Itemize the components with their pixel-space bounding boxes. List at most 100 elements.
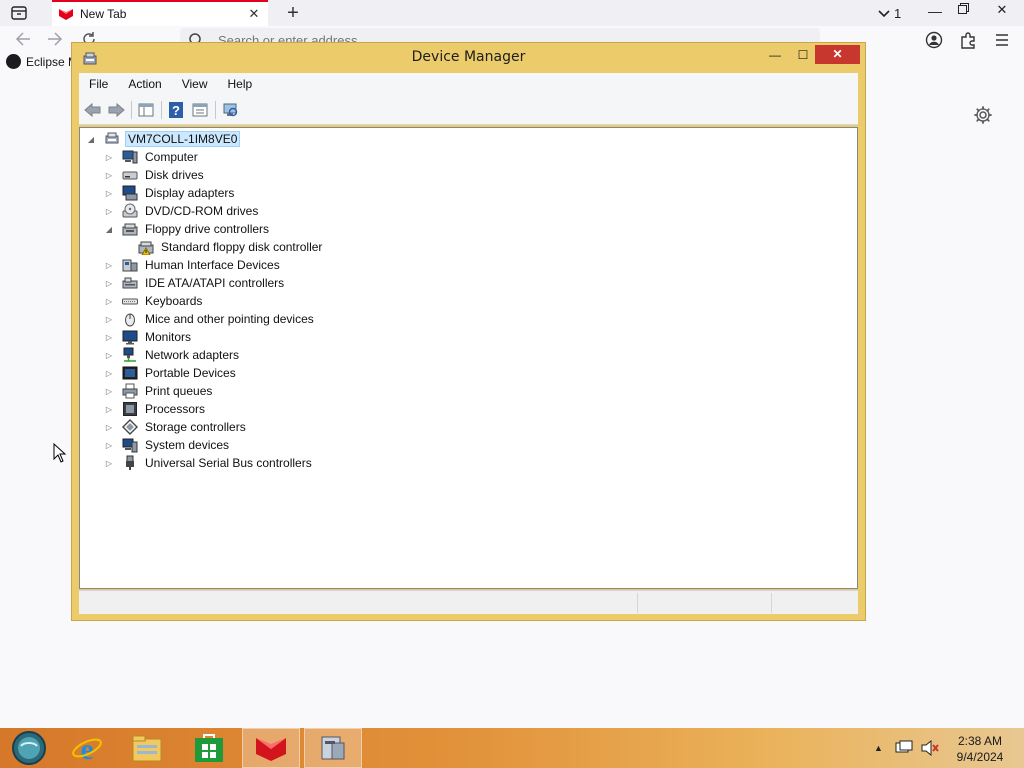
menu-file[interactable]: File	[79, 77, 118, 91]
device-manager-window: Device Manager — ☐ ✕ File Action View He…	[71, 42, 866, 621]
close-icon[interactable]: ✕	[244, 4, 264, 24]
floppy-controller-icon	[122, 223, 138, 236]
collapse-arrow-icon[interactable]: ◢	[86, 135, 96, 144]
tree-item[interactable]: ▷ Disk drives	[104, 166, 206, 184]
clock-date: 9/4/2024	[956, 750, 1004, 764]
tree-item[interactable]: ▷ Keyboards	[104, 292, 204, 310]
mouse-icon	[125, 313, 135, 327]
expand-arrow-icon[interactable]: ▷	[104, 441, 114, 450]
device-tree[interactable]: ◢ VM7COLL-1IM8VE0 ▷ Computer ▷ Disk driv…	[79, 127, 858, 589]
file-explorer-button[interactable]	[118, 728, 176, 768]
start-button[interactable]	[0, 728, 58, 768]
expand-arrow-icon[interactable]: ▷	[104, 315, 114, 324]
tree-item-label: Print queues	[145, 384, 213, 398]
menu-help[interactable]: Help	[218, 77, 263, 91]
forward-arrow-icon[interactable]	[107, 101, 125, 119]
back-icon[interactable]	[12, 28, 34, 50]
menu-action[interactable]: Action	[118, 77, 171, 91]
window-title: Device Manager	[411, 49, 526, 65]
action-center-icon[interactable]	[895, 740, 913, 756]
device-manager-titlebar[interactable]: Device Manager — ☐ ✕	[72, 43, 865, 73]
tree-item[interactable]: ▷ Display adapters	[104, 184, 236, 202]
expand-arrow-icon[interactable]: ▷	[104, 387, 114, 396]
account-icon[interactable]	[924, 30, 944, 50]
internet-explorer-button[interactable]: e	[58, 728, 116, 768]
close-button[interactable]: ✕	[815, 45, 860, 64]
tab-overview-icon[interactable]	[8, 3, 30, 23]
tab-count: 1	[894, 5, 902, 21]
expand-arrow-icon[interactable]: ▷	[104, 171, 114, 180]
tree-child-label: Standard floppy disk controller	[161, 240, 323, 254]
expand-arrow-icon[interactable]: ▷	[104, 297, 114, 306]
tree-item-label: Mice and other pointing devices	[145, 312, 314, 326]
tree-item-label: Monitors	[145, 330, 192, 344]
computer-root-icon	[105, 132, 119, 144]
extensions-icon[interactable]	[958, 30, 978, 50]
show-hide-console-tree-icon[interactable]	[137, 101, 155, 119]
tree-item[interactable]: ▷ Portable Devices	[104, 364, 238, 382]
tree-item[interactable]: ▷ Computer	[104, 148, 200, 166]
expand-arrow-icon[interactable]: ▷	[104, 459, 114, 468]
browser-button[interactable]	[242, 728, 300, 768]
tree-item-label: Disk drives	[145, 168, 204, 182]
help-icon[interactable]: ?	[167, 101, 185, 119]
tree-item[interactable]: ◢ Floppy drive controllers	[104, 220, 271, 238]
printer-icon	[122, 383, 138, 399]
tab-list-button[interactable]: 1	[878, 4, 910, 22]
plus-icon[interactable]: +	[282, 2, 304, 24]
expand-arrow-icon[interactable]: ▷	[104, 261, 114, 270]
keyboard-icon	[122, 298, 138, 305]
minimize-button[interactable]: —	[764, 45, 786, 65]
bookmark-eclipse[interactable]: Eclipse M	[6, 54, 78, 69]
store-button[interactable]	[180, 728, 238, 768]
device-manager-icon	[321, 736, 345, 760]
browser-minimize-button[interactable]: —	[924, 3, 946, 21]
disk-drive-icon	[122, 171, 138, 180]
tree-item[interactable]: ▷ System devices	[104, 436, 231, 454]
browser-close-button[interactable]: ✕	[980, 0, 1024, 20]
tree-item[interactable]: ▷ Universal Serial Bus controllers	[104, 454, 314, 472]
storage-controller-icon	[122, 419, 138, 435]
maximize-button[interactable]: ☐	[792, 45, 814, 65]
gear-icon[interactable]	[972, 104, 994, 126]
volume-muted-icon[interactable]	[921, 740, 939, 756]
device-manager-taskbar-button[interactable]	[304, 728, 362, 768]
collapse-arrow-icon[interactable]: ◢	[104, 225, 114, 234]
expand-arrow-icon[interactable]: ▷	[104, 405, 114, 414]
file-explorer-icon	[132, 735, 162, 762]
tree-item-label: Floppy drive controllers	[145, 222, 270, 236]
status-bar	[79, 590, 858, 614]
tree-item[interactable]: ▷ Mice and other pointing devices	[104, 310, 316, 328]
menu-bar: File Action View Help	[79, 73, 858, 95]
show-hidden-icons-icon[interactable]: ▲	[874, 743, 883, 753]
expand-arrow-icon[interactable]: ▷	[104, 351, 114, 360]
tree-item[interactable]: ▷ Processors	[104, 400, 207, 418]
expand-arrow-icon[interactable]: ▷	[104, 153, 114, 162]
forward-icon[interactable]	[44, 28, 66, 50]
clock[interactable]: 2:38 AM 9/4/2024	[948, 733, 1012, 765]
browser-tab-new-tab[interactable]: New Tab ✕	[52, 0, 268, 26]
tree-root[interactable]: ◢ VM7COLL-1IM8VE0	[86, 130, 241, 148]
menu-icon[interactable]	[992, 30, 1012, 50]
tree-item[interactable]: ▷ DVD/CD-ROM drives	[104, 202, 260, 220]
tree-item[interactable]: ▷ Network adapters	[104, 346, 241, 364]
tree-child-item[interactable]: Standard floppy disk controller	[130, 238, 324, 256]
tree-item[interactable]: ▷ Storage controllers	[104, 418, 248, 436]
tree-item-label: Computer	[145, 150, 198, 164]
browser-restore-button[interactable]	[952, 3, 974, 21]
back-arrow-icon[interactable]	[84, 101, 102, 119]
tree-item-label: Storage controllers	[145, 420, 246, 434]
expand-arrow-icon[interactable]: ▷	[104, 279, 114, 288]
scan-hardware-icon[interactable]	[221, 101, 239, 119]
expand-arrow-icon[interactable]: ▷	[104, 189, 114, 198]
expand-arrow-icon[interactable]: ▷	[104, 333, 114, 342]
expand-arrow-icon[interactable]: ▷	[104, 369, 114, 378]
tree-item[interactable]: ▷ Human Interface Devices	[104, 256, 282, 274]
properties-icon[interactable]	[191, 101, 209, 119]
tree-item[interactable]: ▷ Print queues	[104, 382, 214, 400]
expand-arrow-icon[interactable]: ▷	[104, 207, 114, 216]
menu-view[interactable]: View	[172, 77, 218, 91]
tree-item[interactable]: ▷ Monitors	[104, 328, 193, 346]
tree-item[interactable]: ▷ IDE ATA/ATAPI controllers	[104, 274, 286, 292]
expand-arrow-icon[interactable]: ▷	[104, 423, 114, 432]
